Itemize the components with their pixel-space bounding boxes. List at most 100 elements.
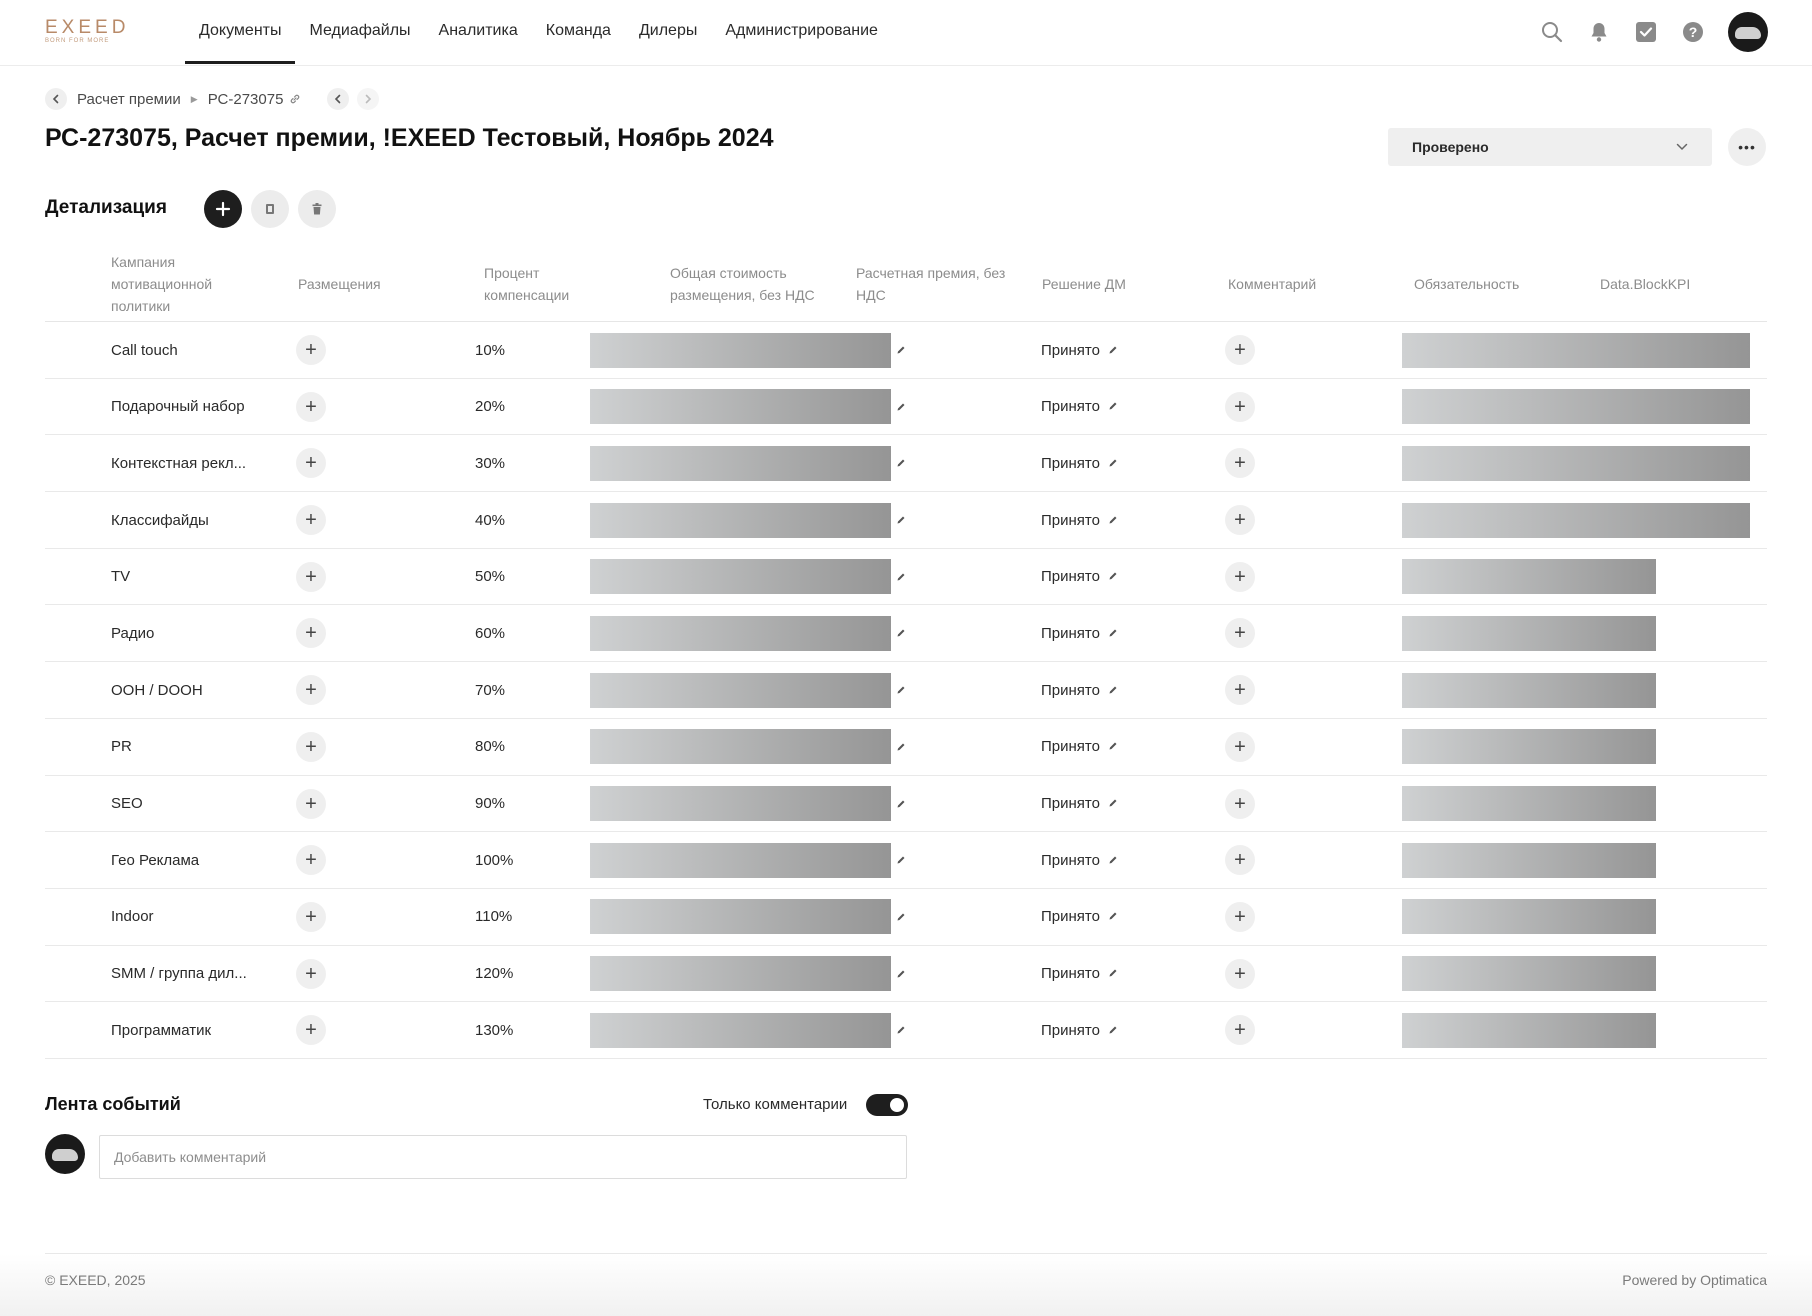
edit-bonus-icon[interactable]	[896, 719, 906, 775]
add-placement-button[interactable]: +	[296, 618, 326, 649]
add-comment-button[interactable]: +	[1225, 788, 1255, 819]
edit-decision-icon[interactable]	[1108, 512, 1118, 529]
table-row[interactable]: Гео Реклама +100% Принято +	[45, 832, 1767, 889]
next-record-button[interactable]	[357, 88, 380, 110]
table-row[interactable]: OOH / DOOH +70% Принято +	[45, 662, 1767, 719]
edit-decision-icon[interactable]	[1108, 1022, 1118, 1039]
edit-decision-icon[interactable]	[1108, 342, 1118, 359]
delete-row-button[interactable]	[298, 190, 336, 228]
bell-icon[interactable]	[1586, 19, 1612, 45]
dm-decision-cell[interactable]: Принято	[1041, 549, 1118, 605]
more-actions-button[interactable]: •••	[1728, 128, 1766, 166]
dm-decision-cell[interactable]: Принято	[1041, 322, 1118, 378]
edit-bonus-icon[interactable]	[896, 832, 906, 888]
edit-bonus-icon[interactable]	[896, 605, 906, 661]
edit-bonus-icon[interactable]	[896, 492, 906, 548]
dm-decision-cell[interactable]: Принято	[1041, 379, 1118, 435]
add-comment-button[interactable]: +	[1225, 505, 1255, 536]
table-row[interactable]: Программатик +130% Принято +	[45, 1002, 1767, 1059]
edit-bonus-icon[interactable]	[896, 1002, 906, 1058]
edit-decision-icon[interactable]	[1108, 568, 1118, 585]
status-dropdown[interactable]: Проверено	[1388, 128, 1712, 166]
edit-decision-icon[interactable]	[1108, 965, 1118, 982]
dm-decision-cell[interactable]: Принято	[1041, 605, 1118, 661]
column-header-dm-decision[interactable]: Решение ДМ	[1042, 245, 1182, 322]
column-header-mandatory[interactable]: Обязательность	[1414, 245, 1554, 322]
dm-decision-cell[interactable]: Принято	[1041, 719, 1118, 775]
dm-decision-cell[interactable]: Принято	[1041, 776, 1118, 832]
copy-row-button[interactable]	[251, 190, 289, 228]
add-placement-button[interactable]: +	[296, 448, 326, 479]
table-row[interactable]: Классифайды +40% Принято +	[45, 492, 1767, 549]
table-row[interactable]: Радио +60% Принято +	[45, 605, 1767, 663]
table-row[interactable]: Call touch +10% Принято +	[45, 322, 1767, 379]
add-comment-button[interactable]: +	[1225, 561, 1255, 592]
dm-decision-cell[interactable]: Принято	[1041, 492, 1118, 548]
add-placement-button[interactable]: +	[296, 788, 326, 819]
exeed-logo[interactable]: EXEED BORN FOR MORE	[45, 18, 145, 46]
edit-decision-icon[interactable]	[1108, 398, 1118, 415]
table-row[interactable]: Indoor +110% Принято +	[45, 889, 1767, 946]
table-row[interactable]: Контекстная рекл... +30% Принято +	[45, 435, 1767, 493]
nav-administration[interactable]: Администрирование	[711, 0, 892, 64]
add-placement-button[interactable]: +	[296, 958, 326, 989]
edit-decision-icon[interactable]	[1108, 795, 1118, 812]
add-comment-button[interactable]: +	[1225, 675, 1255, 706]
column-header-blockkpi[interactable]: Data.BlockKPI	[1600, 245, 1740, 322]
add-comment-button[interactable]: +	[1225, 958, 1255, 989]
search-icon[interactable]	[1539, 19, 1565, 45]
add-comment-button[interactable]: +	[1225, 448, 1255, 479]
add-placement-button[interactable]: +	[296, 1015, 326, 1046]
link-icon[interactable]	[289, 93, 301, 105]
table-row[interactable]: SMM / группа дил... +120% Принято +	[45, 946, 1767, 1003]
back-button[interactable]	[45, 88, 67, 110]
breadcrumb-parent-link[interactable]: Расчет премии	[77, 91, 181, 108]
add-placement-button[interactable]: +	[296, 561, 326, 592]
table-row[interactable]: PR +80% Принято +	[45, 719, 1767, 776]
add-placement-button[interactable]: +	[296, 731, 326, 762]
nav-mediafiles[interactable]: Медиафайлы	[295, 0, 424, 64]
add-placement-button[interactable]: +	[296, 505, 326, 536]
column-header-estimated-bonus[interactable]: Расчетная премия, без НДС	[856, 245, 1016, 322]
add-comment-button[interactable]: +	[1225, 1015, 1255, 1046]
edit-bonus-icon[interactable]	[896, 889, 906, 945]
edit-decision-icon[interactable]	[1108, 852, 1118, 869]
add-comment-button[interactable]: +	[1225, 391, 1255, 422]
add-placement-button[interactable]: +	[296, 391, 326, 422]
footer-powered-by-link[interactable]: Powered by Optimatica	[1622, 1272, 1767, 1288]
add-comment-button[interactable]: +	[1225, 618, 1255, 649]
edit-decision-icon[interactable]	[1108, 682, 1118, 699]
edit-decision-icon[interactable]	[1108, 455, 1118, 472]
dm-decision-cell[interactable]: Принято	[1041, 662, 1118, 718]
nav-analytics[interactable]: Аналитика	[425, 0, 532, 64]
edit-bonus-icon[interactable]	[896, 946, 906, 1002]
column-header-comment[interactable]: Комментарий	[1228, 245, 1368, 322]
edit-decision-icon[interactable]	[1108, 625, 1118, 642]
tasks-check-icon[interactable]	[1633, 19, 1659, 45]
edit-bonus-icon[interactable]	[896, 662, 906, 718]
dm-decision-cell[interactable]: Принято	[1041, 946, 1118, 1002]
dm-decision-cell[interactable]: Принято	[1041, 1002, 1118, 1058]
edit-decision-icon[interactable]	[1108, 908, 1118, 925]
edit-bonus-icon[interactable]	[896, 776, 906, 832]
add-placement-button[interactable]: +	[296, 675, 326, 706]
edit-bonus-icon[interactable]	[896, 435, 906, 491]
column-header-campaign[interactable]: Кампания мотивационной политики	[111, 245, 251, 322]
user-avatar[interactable]	[1728, 12, 1768, 52]
add-comment-button[interactable]: +	[1225, 335, 1255, 365]
nav-documents[interactable]: Документы	[185, 0, 296, 64]
add-placement-button[interactable]: +	[296, 901, 326, 932]
comment-input[interactable]	[99, 1135, 907, 1179]
table-row[interactable]: Подарочный набор +20% Принято +	[45, 379, 1767, 436]
comments-only-toggle[interactable]	[866, 1094, 908, 1116]
nav-team[interactable]: Команда	[532, 0, 625, 64]
column-header-placements[interactable]: Размещения	[298, 245, 438, 322]
add-row-button[interactable]	[204, 190, 242, 228]
edit-bonus-icon[interactable]	[896, 379, 906, 435]
edit-bonus-icon[interactable]	[896, 549, 906, 605]
prev-record-button[interactable]	[327, 88, 350, 110]
edit-bonus-icon[interactable]	[896, 322, 906, 378]
table-row[interactable]: TV +50% Принято +	[45, 549, 1767, 606]
nav-dealers[interactable]: Дилеры	[625, 0, 711, 64]
dm-decision-cell[interactable]: Принято	[1041, 889, 1118, 945]
